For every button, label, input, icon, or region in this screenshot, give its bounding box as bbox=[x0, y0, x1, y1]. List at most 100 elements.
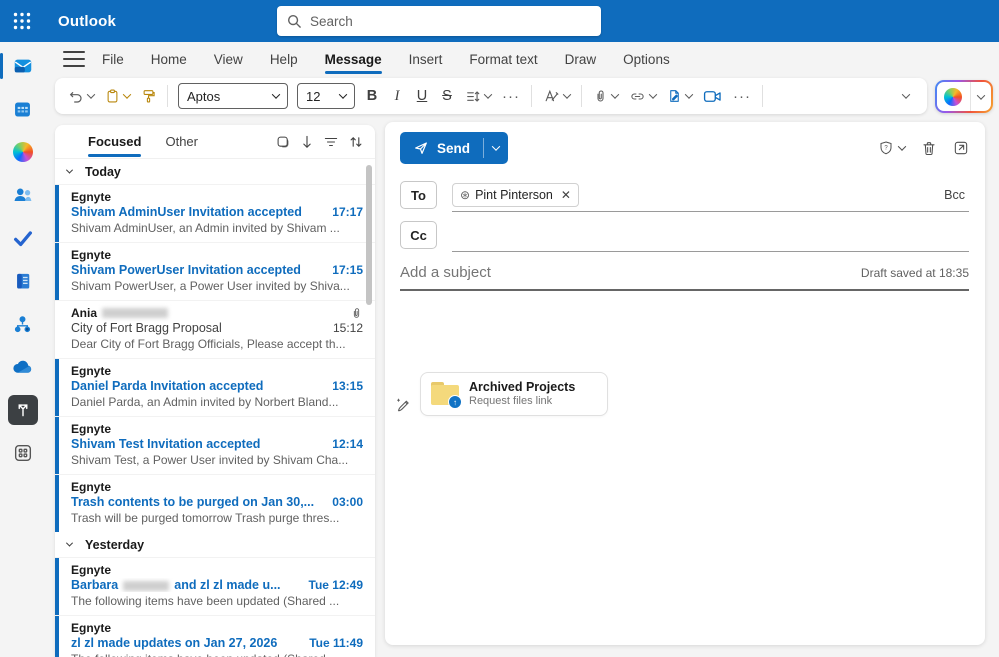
teams-meeting-button[interactable] bbox=[698, 83, 727, 109]
signature-button[interactable] bbox=[662, 83, 697, 109]
send-button[interactable]: Send bbox=[400, 132, 509, 164]
attach-dropdown-chevron[interactable] bbox=[610, 90, 620, 99]
list-item[interactable]: Egnyte zl zl made updates on Jan 27, 2026… bbox=[55, 615, 375, 657]
font-size-select[interactable]: 12 bbox=[297, 83, 355, 109]
to-field[interactable]: ⊛ Pint Pinterson ✕ Bcc bbox=[452, 178, 969, 212]
tab-insert[interactable]: Insert bbox=[409, 52, 443, 67]
group-header-today[interactable]: Today bbox=[55, 159, 375, 184]
sensitivity-button[interactable]: ? bbox=[878, 140, 907, 156]
tab-message[interactable]: Message bbox=[324, 52, 382, 74]
attachment-card[interactable]: ↑ Archived Projects Request files link bbox=[420, 372, 608, 416]
list-item[interactable]: Egnyte Barbara and zl zl made u... Tue 12:4… bbox=[55, 557, 375, 615]
rail-item-people[interactable] bbox=[0, 183, 45, 207]
to-button[interactable]: To bbox=[400, 181, 437, 209]
group-collapse-chevron[interactable] bbox=[65, 539, 74, 547]
message-list-pane: Focused Other Today Egnyte Shivam AdminUse… bbox=[55, 125, 375, 657]
copilot-dropdown-chevron[interactable] bbox=[976, 90, 985, 100]
text-effects-button[interactable] bbox=[538, 83, 575, 109]
italic-button[interactable]: I bbox=[385, 88, 409, 105]
tab-focused[interactable]: Focused bbox=[88, 134, 142, 157]
underline-button[interactable]: U bbox=[410, 88, 434, 104]
font-family-select[interactable]: Aptos bbox=[178, 83, 288, 109]
tab-options[interactable]: Options bbox=[623, 52, 670, 67]
message-list-header: Focused Other bbox=[55, 125, 375, 159]
select-messages-icon[interactable] bbox=[276, 135, 290, 149]
insert-link-button[interactable] bbox=[624, 83, 661, 109]
rail-item-calendar[interactable] bbox=[0, 97, 45, 121]
font-size-value: 12 bbox=[306, 88, 321, 104]
org-chart-icon bbox=[12, 314, 33, 335]
list-item[interactable]: Ania City of Fort Bragg Proposal 15:12 Dear… bbox=[55, 300, 375, 358]
list-item[interactable]: Egnyte Daniel Parda Invitation accepted 13… bbox=[55, 358, 375, 416]
more-format-commands-button[interactable]: ··· bbox=[497, 88, 525, 105]
filter-icon[interactable] bbox=[324, 136, 338, 148]
message-time: 17:17 bbox=[332, 204, 363, 219]
tab-help[interactable]: Help bbox=[270, 52, 298, 67]
tab-file[interactable]: File bbox=[102, 52, 124, 67]
strikethrough-button[interactable]: S bbox=[435, 88, 459, 104]
signature-dropdown-chevron[interactable] bbox=[684, 90, 694, 99]
list-item[interactable]: Egnyte Shivam AdminUser Invitation accept… bbox=[55, 184, 375, 242]
subject-text: City of Fort Bragg Proposal bbox=[71, 321, 222, 335]
send-options-chevron[interactable] bbox=[484, 132, 508, 164]
preview-text: The following items have been updated (S… bbox=[71, 594, 340, 608]
remove-recipient-icon[interactable]: ✕ bbox=[561, 188, 571, 202]
cc-row: Cc bbox=[385, 212, 985, 252]
tab-format-text[interactable]: Format text bbox=[469, 52, 537, 67]
preview-text: The following items have been updated (S… bbox=[71, 652, 363, 657]
search-input[interactable]: Search bbox=[277, 6, 601, 36]
subject-text: Shivam AdminUser Invitation accepted bbox=[71, 205, 302, 219]
rail-item-org-chart[interactable] bbox=[0, 312, 45, 336]
list-item[interactable]: Egnyte Shivam PowerUser Invitation accept… bbox=[55, 242, 375, 300]
rail-item-more-apps[interactable] bbox=[0, 441, 45, 465]
group-collapse-chevron[interactable] bbox=[65, 166, 74, 174]
cc-button[interactable]: Cc bbox=[400, 221, 437, 249]
rail-item-egnyte[interactable] bbox=[0, 395, 45, 425]
copilot-button[interactable] bbox=[935, 80, 993, 113]
preview-text: Shivam PowerUser, a Power User invited b… bbox=[71, 279, 350, 293]
tab-draw[interactable]: Draw bbox=[565, 52, 597, 67]
rail-item-mail[interactable] bbox=[0, 53, 45, 79]
line-spacing-button[interactable] bbox=[460, 83, 496, 109]
text-effects-chevron[interactable] bbox=[562, 90, 572, 99]
line-spacing-chevron[interactable] bbox=[483, 90, 493, 99]
link-dropdown-chevron[interactable] bbox=[648, 90, 658, 99]
undo-dropdown-chevron[interactable] bbox=[86, 90, 96, 99]
undo-button[interactable] bbox=[63, 83, 99, 109]
newest-on-top-icon[interactable] bbox=[301, 135, 313, 149]
hamburger-menu-icon[interactable] bbox=[63, 51, 85, 67]
subject-input[interactable]: Add a subject bbox=[400, 264, 861, 281]
format-painter-button[interactable] bbox=[136, 83, 161, 109]
copilot-draft-pen-icon[interactable] bbox=[395, 397, 412, 414]
attach-file-button[interactable] bbox=[588, 83, 623, 109]
sort-icon[interactable] bbox=[349, 135, 363, 149]
message-body[interactable]: ↑ Archived Projects Request files link bbox=[385, 291, 985, 621]
recipient-chip[interactable]: ⊛ Pint Pinterson ✕ bbox=[452, 182, 579, 207]
paste-button[interactable] bbox=[100, 83, 135, 109]
discard-draft-button[interactable] bbox=[921, 140, 937, 157]
toolbar-overflow-chevron[interactable] bbox=[901, 90, 911, 99]
todo-check-icon bbox=[12, 227, 34, 249]
list-item[interactable]: Egnyte Trash contents to be purged on Jan… bbox=[55, 474, 375, 532]
message-time: 15:12 bbox=[332, 320, 363, 335]
rail-item-onedrive[interactable] bbox=[0, 355, 45, 379]
message-time: Tue 12:49 bbox=[308, 577, 363, 592]
group-header-yesterday[interactable]: Yesterday bbox=[55, 532, 375, 557]
app-launcher-waffle-icon[interactable] bbox=[0, 0, 44, 42]
rail-item-word[interactable] bbox=[0, 269, 45, 293]
sensitivity-chevron[interactable] bbox=[897, 142, 907, 151]
rail-item-copilot[interactable] bbox=[0, 140, 45, 164]
tab-other[interactable]: Other bbox=[165, 134, 198, 149]
tab-view[interactable]: View bbox=[214, 52, 243, 67]
cc-field[interactable] bbox=[452, 218, 969, 252]
list-item[interactable]: Egnyte Shivam Test Invitation accepted 12:… bbox=[55, 416, 375, 474]
open-in-new-window-button[interactable] bbox=[953, 140, 969, 156]
paste-dropdown-chevron[interactable] bbox=[122, 90, 132, 99]
bcc-button[interactable]: Bcc bbox=[944, 188, 965, 202]
preview-text: Trash will be purged tomorrow Trash purg… bbox=[71, 511, 340, 525]
tab-home[interactable]: Home bbox=[151, 52, 187, 67]
list-scrollbar-thumb[interactable] bbox=[366, 165, 372, 305]
rail-item-todo[interactable] bbox=[0, 226, 45, 250]
bold-button[interactable]: B bbox=[360, 88, 384, 104]
more-insert-commands-button[interactable]: ··· bbox=[728, 88, 756, 105]
